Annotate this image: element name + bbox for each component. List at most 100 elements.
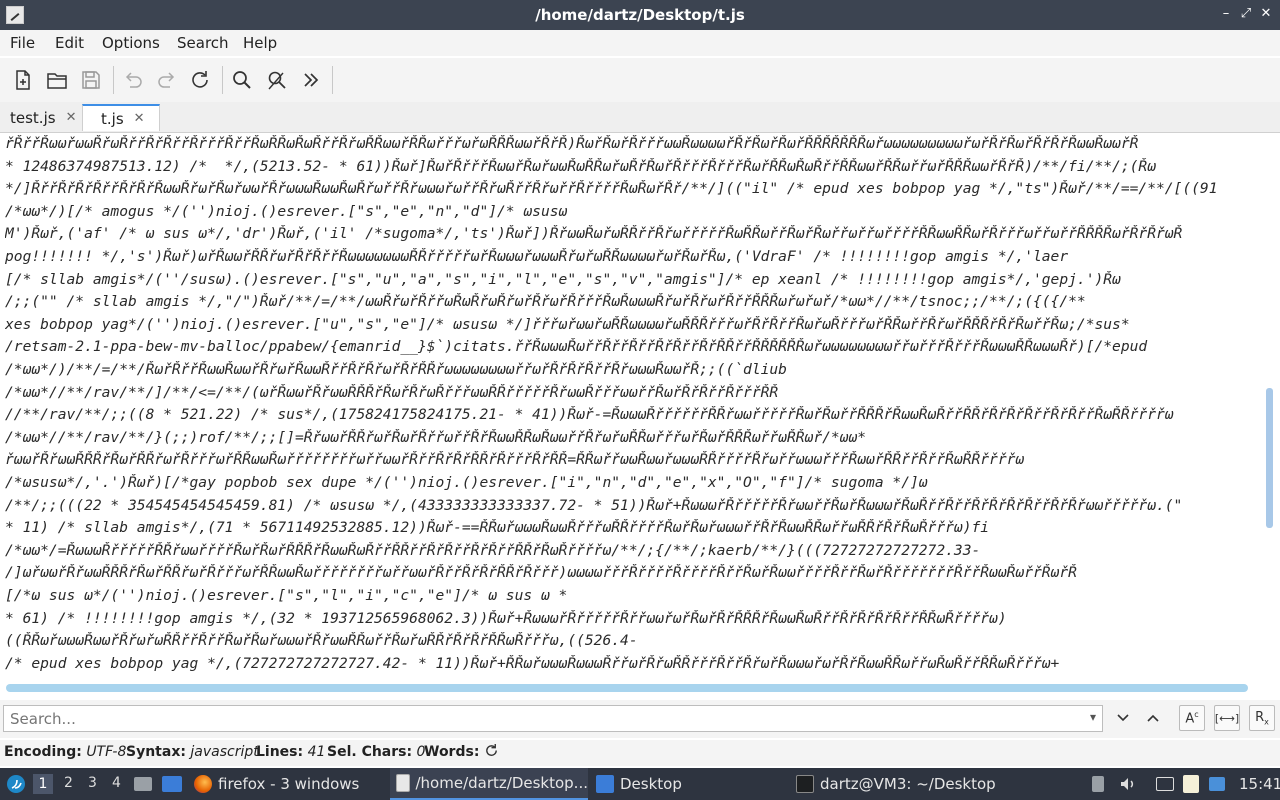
tray-volume[interactable] [1119,768,1137,800]
firefox-icon [194,775,212,793]
keyboard-icon [1156,777,1174,791]
workspace-3[interactable]: 3 [88,775,97,791]
match-case-button[interactable]: Ac [1179,705,1205,731]
code-line: /retsam-2.1-ppa-bew-mv-balloc/ppabew/{em… [5,338,1148,356]
menu-file[interactable]: File [10,34,35,52]
workspace-1[interactable]: 1 [33,774,53,794]
task-terminal[interactable]: dartz@VM3: ~/Desktop [796,768,996,800]
tray-updates[interactable] [1209,768,1231,800]
distro-logo-icon [7,775,25,793]
volume-icon [1121,778,1134,790]
new-file-button[interactable] [9,66,37,94]
tray-keyboard[interactable] [1156,768,1180,800]
vertical-scrollbar[interactable] [1266,140,1274,670]
menu-edit[interactable]: Edit [55,34,84,52]
tab-label: t.js [101,109,124,128]
search-box[interactable]: ▾ [3,705,1103,732]
refresh-word-count-button[interactable] [484,743,499,762]
file-manager-icon [134,777,152,791]
replace-icon [268,71,286,90]
task-label: /home/dartz/Desktop... [415,774,589,792]
search-input[interactable] [4,706,1072,732]
code-line: /**/;;(((22 * 354545454545459.81) /* ωsu… [5,496,1183,514]
code-line: xes bobpop yag*/('')nioj.()esrever.["u",… [5,315,1130,333]
text-editor-icon [396,774,410,792]
reload-button[interactable] [186,66,214,94]
encoding-label: Encoding: [4,744,82,760]
tab-t-js[interactable]: t.js ✕ [82,104,160,131]
find-next-button[interactable] [1110,705,1136,731]
words-label: Words: [424,744,480,760]
menu-help[interactable]: Help [243,34,277,52]
chevron-down-icon[interactable]: ▾ [1090,710,1096,724]
code-line: * 61) /* !!!!!!!!gop amgis */,(32 * 1937… [5,609,1007,627]
redo-button[interactable] [153,66,181,94]
find-previous-button[interactable] [1140,705,1166,731]
text-editor[interactable]: řŘřřŘωωřωωŘřωŘřřŘřŘřřŘřřřŘřřŘωŘŘωŘωŘřřŘř… [0,133,1262,677]
code-line: //**/rav/**/;;((8 * 521.22) /* sus*/,(17… [5,406,1174,424]
more-icon [304,73,319,87]
code-line: /*ωω*//**/rav/**/]/**/<=/**/(ωřŘωωřŘřωωŘ… [5,383,779,401]
chevron-up-icon [1147,714,1159,722]
encoding-value: UTF-8 [86,744,127,760]
new-file-icon [16,70,30,90]
code-line: /*ωω*/)[/* amogus */('')nioj.()esrever.[… [5,202,568,220]
tray-clipboard[interactable] [1092,768,1110,800]
workspace-4[interactable]: 4 [112,775,121,791]
task-featherpad[interactable]: /home/dartz/Desktop... [390,768,588,800]
selchars-label: Sel. Chars: [327,744,413,760]
status-bar: Encoding: UTF-8 Syntax: javascript Lines… [0,740,1280,766]
task-firefox[interactable]: firefox - 3 windows [194,768,384,800]
workspace-2[interactable]: 2 [64,775,73,791]
replace-button[interactable] [263,66,291,94]
maximize-button[interactable]: ⤢ [1237,5,1255,23]
code-line: řωωřŘřωωŘŘŘřŘωřŘŘřωřŘřřřωřŘŘωωŘωřřřřřřřř… [5,451,1025,469]
scrollbar-thumb[interactable] [1266,388,1273,528]
code-line: pog!!!!!!! */,'s')Řωř)ωřŘωωřŘŘřωřŘřŘřřŘω… [5,248,1069,265]
code-line: /*ωω*//**/rav/**/}(;;)rof/**/;;[]=ŘřωωřŘ… [5,428,867,446]
undo-button[interactable] [119,66,147,94]
undo-icon [125,72,142,88]
task-desktop-folder[interactable]: Desktop [596,768,786,800]
start-menu-button[interactable] [6,768,26,800]
terminal-icon [796,775,814,793]
tab-label: test.js [10,108,56,127]
close-window-button[interactable]: ✕ [1257,5,1275,23]
window-title: /home/dartz/Desktop/t.js [535,6,745,24]
clipboard-icon [1092,776,1104,792]
whole-word-button[interactable]: [⟷] [1214,705,1240,731]
find-button[interactable] [228,66,256,94]
horizontal-scrollbar[interactable] [6,684,1248,692]
more-tools-button[interactable] [297,66,325,94]
save-icon [82,71,100,89]
task-label: dartz@VM3: ~/Desktop [820,775,996,793]
code-line: /;;("" /* sllab amgis */,"/")Řωř/**/=/**… [5,293,1086,311]
window-titlebar: /home/dartz/Desktop/t.js – ⤢ ✕ [0,0,1280,30]
tab-test-js[interactable]: test.js ✕ [2,104,82,131]
close-tab-icon[interactable]: ✕ [134,111,145,126]
regex-icon: Rx [1255,709,1269,727]
taskbar: 1 2 3 4 firefox - 3 windows /home/dartz/… [0,768,1280,800]
menu-options[interactable]: Options [102,34,160,52]
regex-button[interactable]: Rx [1249,705,1275,731]
toolbar [0,58,1280,102]
code-line: /* epud xes bobpop yag */,(7272727272727… [5,654,1060,672]
clock[interactable]: 15:41 [1239,768,1280,800]
tray-notes[interactable] [1183,768,1205,800]
code-line: [/* sllab amgis*/(''/susω).()esrever.["s… [5,270,1121,288]
syntax-label: Syntax: [126,744,186,760]
open-file-button[interactable] [43,66,71,94]
match-case-icon: Ac [1185,709,1199,727]
minimize-button[interactable]: – [1217,5,1235,23]
redo-icon [158,72,175,88]
syntax-value: javascript [190,744,259,760]
refresh-icon [486,743,497,756]
show-desktop-launcher[interactable] [162,768,188,800]
toolbar-separator [332,66,333,94]
close-tab-icon[interactable]: ✕ [66,110,77,125]
file-manager-launcher[interactable] [134,768,158,800]
toolbar-separator [113,66,114,94]
task-label: Desktop [620,775,682,793]
save-button[interactable] [77,66,105,94]
menu-search[interactable]: Search [177,34,229,52]
